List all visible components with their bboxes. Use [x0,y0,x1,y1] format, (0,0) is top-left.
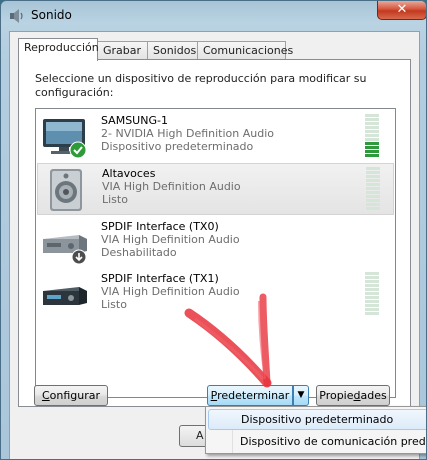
tab-label: Reproducción [24,41,99,54]
close-button[interactable]: ✕ [377,1,426,20]
volume-meter [365,272,379,316]
set-default-button[interactable]: Predeterminar [207,385,293,406]
properties-button[interactable]: Propiedades [316,385,390,406]
dialog-client: Reproducción Grabar Sonidos Comunicacion… [9,31,420,459]
chevron-down-icon: ▼ [297,390,305,400]
tab-label: Comunicaciones [203,44,294,57]
check-icon [69,141,87,159]
tab-label: Grabar [103,44,142,57]
device-status: Dispositivo predeterminado [101,140,254,153]
device-name: SAMSUNG-1 [101,114,168,127]
device-name: SPDIF Interface (TX1) [101,272,219,285]
speaker-icon [10,9,23,23]
device-status: Deshabilitado [101,246,177,259]
device-item-samsung[interactable]: SAMSUNG-1 2- NVIDIA High Definition Audi… [37,111,394,163]
device-driver: VIA High Definition Audio [101,233,240,246]
close-icon: ✕ [396,2,408,17]
tab-sonidos[interactable]: Sonidos [147,41,198,60]
instruction-text: Seleccione un dispositivo de reproducció… [35,72,367,99]
device-driver: VIA High Definition Audio [101,285,240,298]
configure-button[interactable]: Configurar [34,385,108,406]
device-status: Listo [101,298,127,311]
disabled-arrow-icon [71,249,87,265]
device-list[interactable]: SAMSUNG-1 2- NVIDIA High Definition Audi… [35,108,396,398]
menu-item-default-communication-device[interactable]: Dispositivo de comunicación predet [208,431,426,452]
volume-meter [366,167,380,211]
device-driver: VIA High Definition Audio [102,180,241,193]
volume-meter [365,114,379,158]
title-bar[interactable]: Sonido ✕ [1,1,426,31]
device-name: Altavoces [102,167,156,180]
tab-label: Sonidos [153,44,197,57]
set-default-dropdown-menu: Dispositivo predeterminado Dispositivo d… [205,406,426,454]
tab-grabar[interactable]: Grabar [97,41,148,60]
device-item-spdif-tx0[interactable]: SPDIF Interface (TX0) VIA High Definitio… [37,217,394,269]
tab-reproduccion[interactable]: Reproducción [18,38,99,61]
device-name: SPDIF Interface (TX0) [101,220,219,233]
device-driver: 2- NVIDIA High Definition Audio [101,127,275,140]
receiver-icon [43,287,87,305]
menu-item-default-device[interactable]: Dispositivo predeterminado [208,409,426,430]
device-item-spdif-tx1[interactable]: SPDIF Interface (TX1) VIA High Definitio… [37,269,394,321]
window-title: Sonido [31,8,72,22]
tab-comunicaciones[interactable]: Comunicaciones [197,41,293,60]
device-status: Listo [102,193,128,206]
playback-panel: Seleccione un dispositivo de reproducció… [18,59,411,407]
speaker-icon [50,169,82,211]
sound-dialog: Sonido ✕ Reproducción Grabar Sonidos Com… [0,0,427,460]
device-item-altavoces[interactable]: Altavoces VIA High Definition Audio List… [37,163,394,215]
set-default-dropdown-button[interactable]: ▼ [293,385,309,406]
